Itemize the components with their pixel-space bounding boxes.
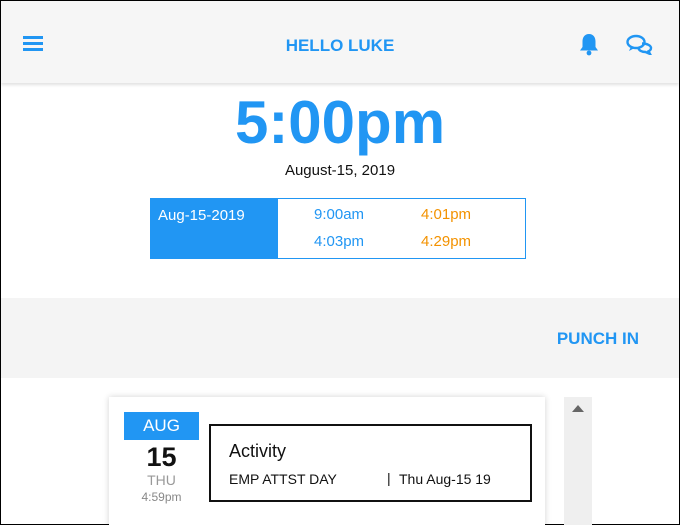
punch-in-button[interactable]: PUNCH IN [557, 329, 639, 349]
activity-scrollbar[interactable] [564, 397, 592, 525]
activity-time: 4:59pm [141, 490, 182, 504]
activity-date: Thu Aug-15 19 [399, 471, 491, 487]
activity-date-badge: AUG 15 THU 4:59pm [124, 412, 199, 506]
punch-out-time: 4:01pm [421, 206, 472, 223]
scroll-up-arrow-icon[interactable] [572, 405, 584, 412]
calendar-month: AUG [124, 412, 199, 440]
punch-summary-table: Aug-15-2019 9:00am 4:01pm 4:03pm 4:29pm [150, 198, 526, 259]
punch-out-time: 4:29pm [421, 233, 472, 250]
current-date: August-15, 2019 [284, 162, 396, 179]
activity-title: Activity [229, 441, 287, 461]
bell-icon[interactable] [578, 32, 600, 56]
activity-item[interactable]: Activity EMP ATTST DAY | Thu Aug-15 19 [209, 424, 532, 502]
calendar-weekday: THU [147, 472, 176, 488]
chat-bubbles-icon[interactable] [625, 33, 655, 57]
top-app-bar: HELLO LUKE [1, 1, 679, 83]
activity-separator: | [387, 470, 391, 486]
activity-code: EMP ATTST DAY [229, 471, 337, 487]
punch-action-bar: PUNCH IN [1, 298, 679, 378]
punch-date-cell: Aug-15-2019 [151, 199, 278, 258]
calendar-day: 15 [146, 442, 177, 472]
punch-in-time: 9:00am [314, 206, 365, 223]
punch-in-time: 4:03pm [314, 233, 365, 250]
current-time: 5:00pm [234, 89, 446, 156]
